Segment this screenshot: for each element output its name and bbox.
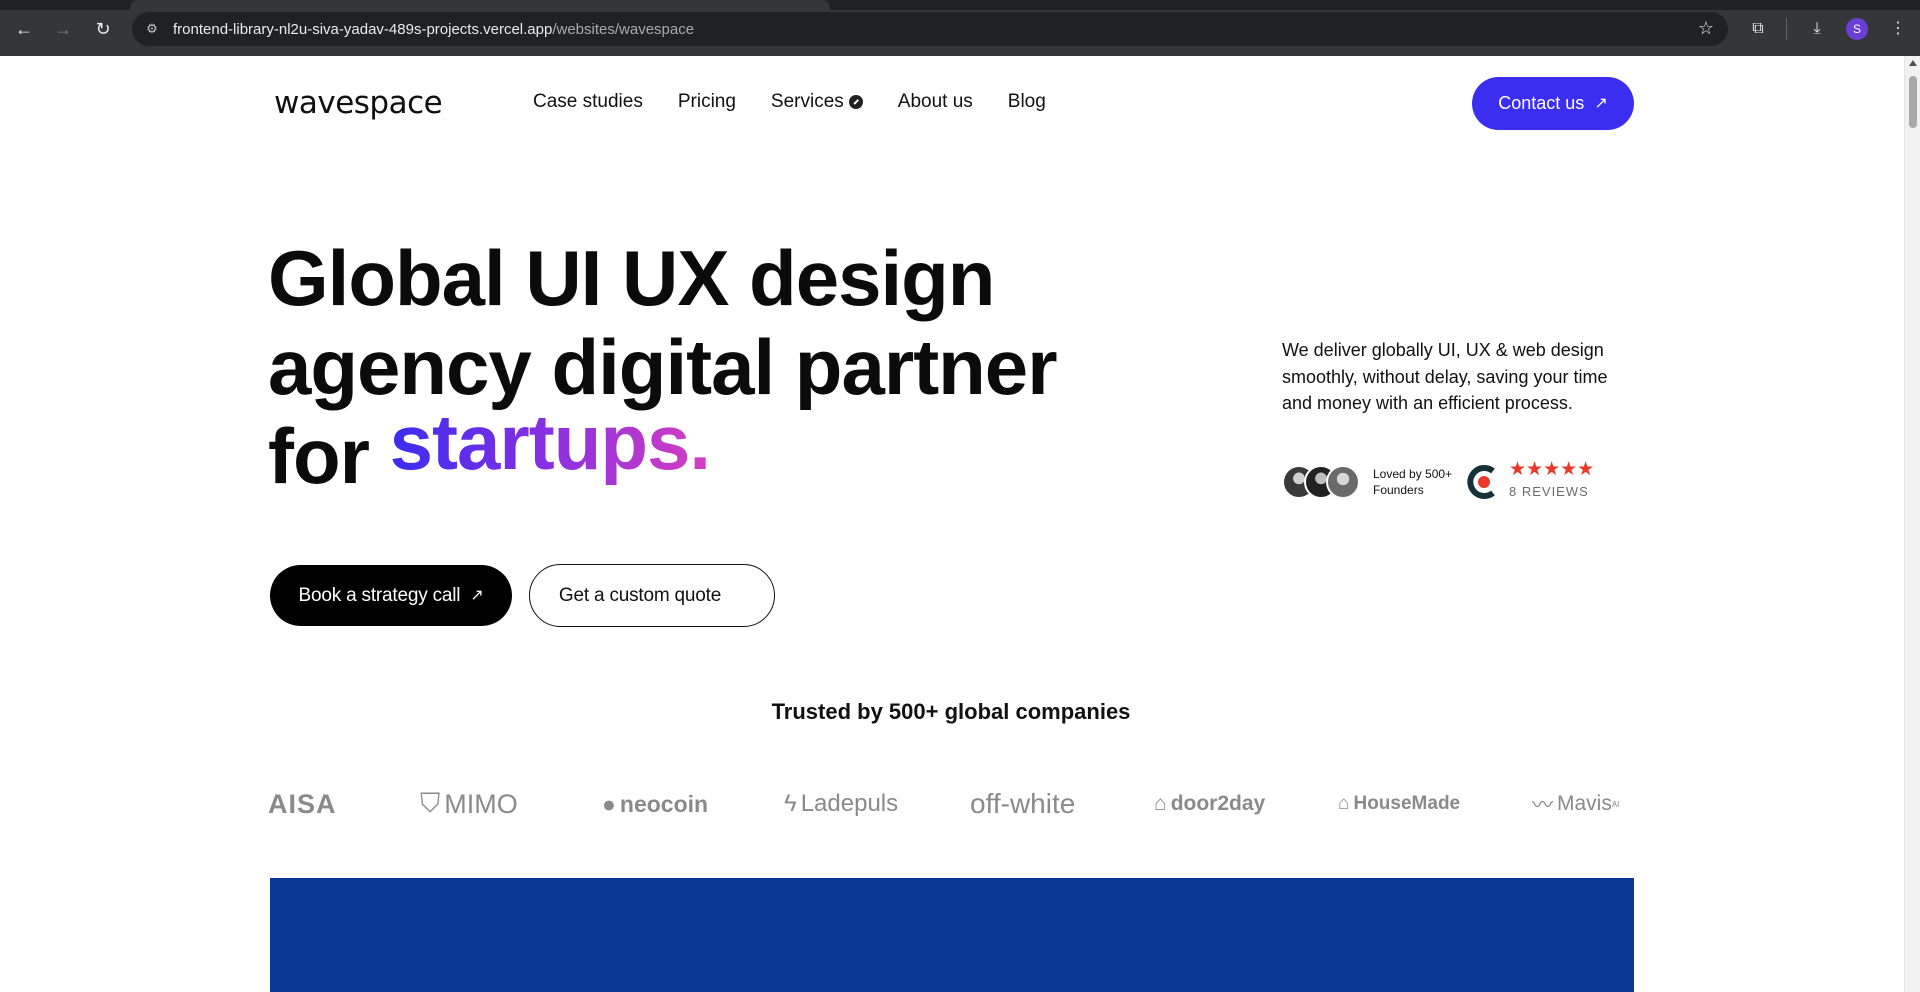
main-nav: Case studies Pricing Services About us B…	[533, 91, 1081, 113]
hero-title-prefix: for	[268, 412, 370, 500]
bookmark-star-icon[interactable]: ☆	[1698, 18, 1714, 39]
brand-logo-ladepuls: ϟ Ladepuls	[784, 784, 898, 824]
clutch-logo-icon[interactable]	[1466, 462, 1500, 502]
forward-icon[interactable]: →	[50, 16, 76, 42]
page-scrollbar[interactable]	[1904, 56, 1920, 992]
get-custom-quote-button[interactable]: Get a custom quote	[529, 564, 775, 627]
hero-title-line-1: Global UI UX design	[268, 234, 995, 322]
nav-about-us[interactable]: About us	[898, 91, 973, 113]
nav-case-studies[interactable]: Case studies	[533, 91, 643, 113]
brand-name: HouseMade	[1353, 793, 1461, 814]
founder-avatars	[1282, 465, 1362, 499]
loved-line-1: Loved by 500+	[1373, 467, 1453, 481]
nav-blog[interactable]: Blog	[1008, 91, 1046, 113]
address-bar[interactable]: ⚙ frontend-library-nl2u-siva-yadav-489s-…	[132, 12, 1728, 46]
brand-suffix: AI	[1611, 799, 1620, 809]
arrow-up-right-icon: ↗	[470, 586, 484, 604]
nav-pricing[interactable]: Pricing	[678, 91, 736, 113]
contact-us-button[interactable]: Contact us ↗	[1472, 77, 1634, 130]
brand-logo-housemade: ⌂ HouseMade	[1338, 784, 1460, 824]
brand-logo-door2day: ⌂ door2day	[1154, 784, 1265, 824]
browser-toolbar: ← → ↻ ⚙ frontend-library-nl2u-siva-yadav…	[0, 0, 1920, 56]
rating-stars: ★★★★★	[1509, 459, 1595, 480]
url-text[interactable]: frontend-library-nl2u-siva-yadav-489s-pr…	[173, 21, 694, 38]
brand-name: Mavis	[1557, 792, 1612, 815]
bolt-icon: ϟ	[784, 790, 797, 817]
download-icon[interactable]: ⤓	[1804, 16, 1830, 42]
brand-name: MIMO	[444, 788, 518, 819]
arrow-circle-icon	[848, 95, 863, 109]
reviews-count[interactable]: 8 REVIEWS	[1509, 484, 1589, 499]
hero-title-highlight: startups.	[389, 398, 711, 486]
avatar	[1326, 465, 1360, 499]
tab-strip	[0, 0, 1920, 10]
nav-services-label: Services	[770, 91, 844, 112]
loved-line-2: Founders	[1373, 483, 1424, 497]
back-icon[interactable]: ←	[11, 16, 37, 42]
extensions-icon[interactable]: ⧉	[1745, 16, 1771, 42]
get-custom-quote-label: Get a custom quote	[558, 584, 722, 606]
profile-avatar[interactable]: S	[1846, 18, 1868, 40]
coin-icon: ●	[602, 790, 616, 817]
loved-by-text: Loved by 500+ Founders	[1373, 466, 1452, 498]
brand-name: door2day	[1170, 792, 1266, 815]
brand-logo-off-white: off-white	[970, 788, 1076, 819]
arrow-up-right-icon: ↗	[1594, 94, 1608, 112]
contact-us-label: Contact us	[1498, 93, 1585, 113]
trusted-heading: Trusted by 500+ global companies	[771, 699, 1131, 724]
hero-title-line-3: for startups.	[268, 398, 1148, 501]
wave-mark-icon: 〰	[1532, 794, 1553, 817]
house-icon: ⌂	[1154, 792, 1167, 815]
site-settings-icon[interactable]: ⚙	[142, 19, 162, 39]
brand-name: neocoin	[619, 790, 709, 817]
hero-title: Global UI UX design agency digital partn…	[268, 234, 1148, 501]
nav-services[interactable]: Services	[771, 91, 863, 113]
book-strategy-call-button[interactable]: Book a strategy call ↗	[270, 565, 512, 626]
brand-name: Ladepuls	[800, 790, 899, 817]
hero-description: We deliver globally UI, UX & web design …	[1282, 340, 1608, 413]
brand-logo-mimo: ⛉ MIMO	[420, 784, 518, 824]
brand-logo-neocoin: ● neocoin	[602, 784, 708, 824]
scroll-up-arrow-icon[interactable]	[1909, 60, 1917, 66]
reload-icon[interactable]: ↻	[90, 16, 116, 42]
toolbar-separator	[1786, 18, 1787, 40]
wavespace-logo[interactable]: wavespace	[274, 85, 443, 121]
brand-logo-mavis: 〰 Mavis AI	[1532, 784, 1619, 824]
roof-icon: ⌂	[1338, 793, 1350, 814]
client-logos: AISA ⛉ MIMO ● neocoin ϟ Ladepuls off-white …	[268, 784, 1634, 824]
brand-logo-aisa: AISA	[268, 788, 337, 819]
active-tab[interactable]	[130, 0, 830, 10]
menu-kebab-icon[interactable]: ⋮	[1885, 16, 1911, 42]
featured-panel	[270, 878, 1634, 992]
scrollbar-thumb[interactable]	[1909, 76, 1917, 128]
book-strategy-call-label: Book a strategy call	[298, 584, 461, 606]
shield-icon: ⛉	[420, 788, 441, 818]
